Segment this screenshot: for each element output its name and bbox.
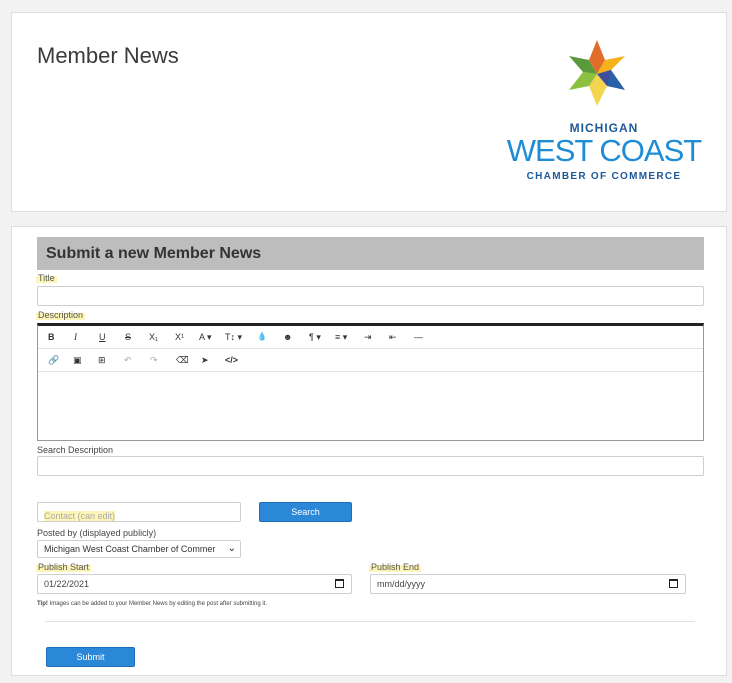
tip-prefix: Tip! <box>37 601 48 607</box>
color-drop-icon[interactable]: 💧 <box>257 332 267 342</box>
underline-button[interactable]: U <box>99 332 106 342</box>
tip-text: Tip! Images can be added to your Member … <box>37 601 267 607</box>
title-label: Title <box>36 273 57 283</box>
page-title: Member News <box>37 43 179 68</box>
chevron-down-icon: ⌄ <box>227 543 236 554</box>
posted-by-value: Michigan West Coast Chamber of Commer <box>44 544 216 554</box>
logo-westcoast-text: WEST COAST <box>506 133 702 168</box>
publish-end-input[interactable]: mm/dd/yyyy <box>370 574 686 594</box>
publish-start-input[interactable]: 01/22/2021 <box>37 574 352 594</box>
select-cursor-icon[interactable]: ➤ <box>201 355 209 365</box>
description-label: Description <box>36 310 86 320</box>
horizontal-rule-icon[interactable]: — <box>414 332 423 342</box>
editor-toolbar-row-1: B I U S X₁ X¹ A ▾ T↕ ▾ 💧 ☻ ¶ ▾ ≡ ▾ ⇥ ⇤ — <box>38 326 703 349</box>
paragraph-dropdown[interactable]: ¶ ▾ <box>309 332 321 342</box>
star-logo-icon <box>569 40 625 106</box>
description-edit-area[interactable] <box>38 373 703 439</box>
submit-button[interactable]: Submit <box>46 647 135 667</box>
form-card: Submit a new Member News Title Descripti… <box>11 226 727 676</box>
image-icon[interactable]: ▣ <box>73 355 82 365</box>
publish-start-label: Publish Start <box>36 562 92 572</box>
indent-icon[interactable]: ⇥ <box>364 332 372 342</box>
form-heading: Submit a new Member News <box>37 237 704 270</box>
redo-icon[interactable]: ↷ <box>150 355 158 365</box>
undo-icon[interactable]: ↶ <box>124 355 132 365</box>
contact-placeholder: Contact (can edit) <box>44 511 116 521</box>
link-icon[interactable]: 🔗 <box>48 355 59 365</box>
eraser-icon[interactable]: ⌫ <box>176 355 189 365</box>
contact-input[interactable]: Contact (can edit) <box>37 502 241 522</box>
description-editor: B I U S X₁ X¹ A ▾ T↕ ▾ 💧 ☻ ¶ ▾ ≡ ▾ ⇥ ⇤ —… <box>37 323 704 441</box>
bold-button[interactable]: B <box>48 332 55 342</box>
emoji-icon[interactable]: ☻ <box>283 332 292 342</box>
calendar-icon[interactable] <box>335 579 344 588</box>
calendar-icon[interactable] <box>669 579 678 588</box>
logo-chamber-text: CHAMBER OF COMMERCE <box>526 171 682 182</box>
subscript-button[interactable]: X₁ <box>149 332 158 342</box>
header-card: Member News MICHIGAN WEST COAST CHAMBER … <box>11 12 727 212</box>
code-view-icon[interactable]: </> <box>225 355 238 365</box>
posted-by-label: Posted by (displayed publicly) <box>37 528 157 538</box>
search-button[interactable]: Search <box>259 502 352 522</box>
align-dropdown[interactable]: ≡ ▾ <box>335 332 347 342</box>
italic-button[interactable]: I <box>74 332 77 342</box>
search-description-input[interactable] <box>37 456 704 476</box>
outdent-icon[interactable]: ⇤ <box>389 332 397 342</box>
divider <box>45 621 695 622</box>
publish-start-value: 01/22/2021 <box>44 579 90 589</box>
superscript-button[interactable]: X¹ <box>175 332 184 342</box>
publish-end-label: Publish End <box>369 562 422 572</box>
font-color-dropdown[interactable]: A ▾ <box>199 332 212 342</box>
editor-toolbar-row-2: 🔗 ▣ ⊞ ↶ ↷ ⌫ ➤ </> <box>38 349 703 372</box>
tip-body: Images can be added to your Member News … <box>47 601 268 607</box>
title-input[interactable] <box>37 286 704 306</box>
strikethrough-button[interactable]: S <box>125 332 131 342</box>
chamber-logo: MICHIGAN WEST COAST CHAMBER OF COMMERCE <box>504 39 704 189</box>
posted-by-select[interactable]: Michigan West Coast Chamber of Commer ⌄ <box>37 540 241 558</box>
search-description-label: Search Description <box>37 445 114 455</box>
publish-end-value: mm/dd/yyyy <box>377 579 426 589</box>
table-icon[interactable]: ⊞ <box>98 355 106 365</box>
font-size-dropdown[interactable]: T↕ ▾ <box>225 332 242 342</box>
